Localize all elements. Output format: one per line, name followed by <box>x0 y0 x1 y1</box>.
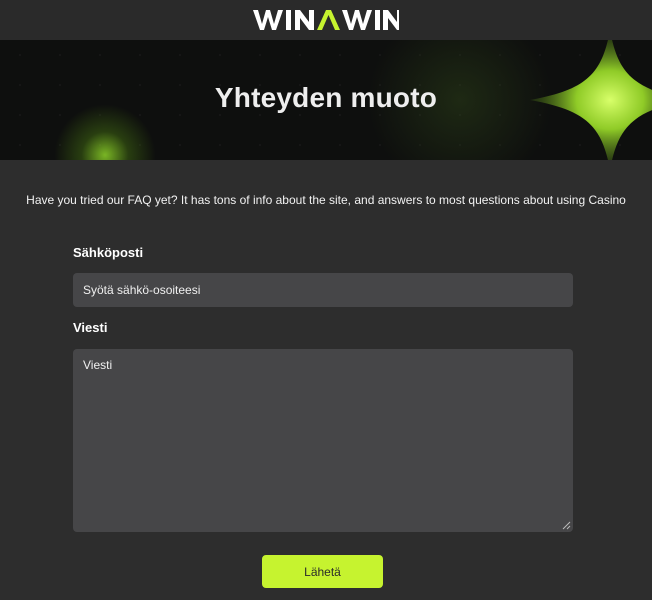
hero-banner: Yhteyden muoto <box>0 40 652 160</box>
winawin-logo[interactable] <box>253 8 399 32</box>
logo-icon <box>253 10 399 30</box>
email-label: Sähköposti <box>73 245 144 260</box>
message-label: Viesti <box>73 320 108 335</box>
message-field[interactable] <box>73 349 573 532</box>
email-field[interactable] <box>73 273 573 307</box>
page-title: Yhteyden muoto <box>214 82 438 113</box>
faq-notice: Have you tried our FAQ yet? It has tons … <box>26 193 626 207</box>
top-bar <box>0 0 652 40</box>
resize-handle-icon[interactable] <box>561 520 571 530</box>
submit-button[interactable]: Lähetä <box>262 555 383 588</box>
